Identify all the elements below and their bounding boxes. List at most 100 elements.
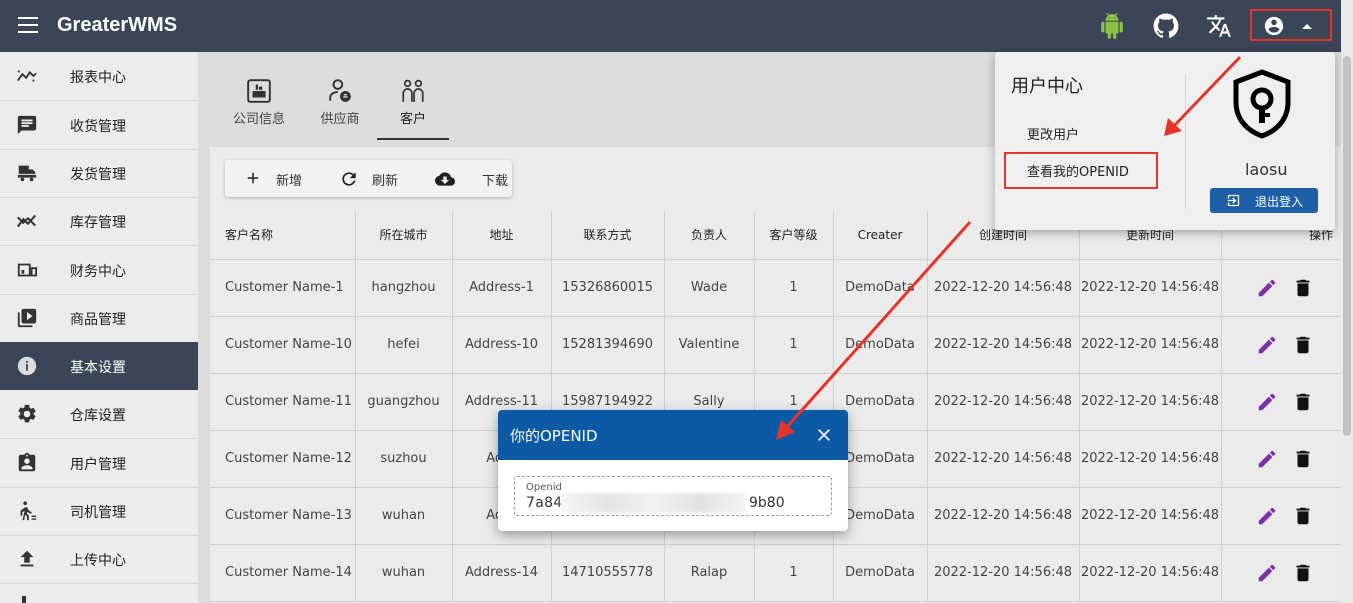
table-cell: 2022-12-20 14:56:48 xyxy=(1079,544,1222,602)
delete-icon[interactable] xyxy=(1292,562,1314,584)
refresh-button[interactable]: 刷新 xyxy=(325,160,415,197)
table-cell: 2022-12-20 14:56:48 xyxy=(927,430,1080,488)
redaction-blur xyxy=(561,493,747,513)
close-icon[interactable] xyxy=(814,425,834,445)
translate-icon[interactable] xyxy=(1206,13,1232,39)
company-icon xyxy=(247,79,271,103)
column-header[interactable]: 联系方式 xyxy=(551,211,665,260)
customer-table: 客户名称 所在城市 地址 联系方式 负责人 客户等级 Creater 创建时间 … xyxy=(210,211,1341,602)
table-cell: 1 xyxy=(754,544,834,602)
new-button-label: 新增 xyxy=(276,174,303,189)
openid-field-label: Openid xyxy=(526,482,562,493)
openid-dialog: 你的OPENID Openid 7a84 9b80 xyxy=(498,410,848,531)
chart-icon xyxy=(17,214,37,228)
column-header[interactable]: 客户名称 xyxy=(210,211,356,260)
shield-key-icon xyxy=(1233,69,1291,139)
video-library-icon xyxy=(17,308,37,328)
sidebar-item-user-management[interactable]: 用户管理 xyxy=(0,439,198,487)
table-cell: DemoData xyxy=(833,259,928,317)
delete-icon[interactable] xyxy=(1292,505,1314,527)
download-button[interactable]: 下载 xyxy=(420,160,512,197)
column-header[interactable]: 客户等级 xyxy=(754,211,834,260)
delete-icon[interactable] xyxy=(1292,277,1314,299)
logout-button[interactable]: 退出登入 xyxy=(1210,188,1318,213)
edit-icon[interactable] xyxy=(1256,505,1278,527)
table-row[interactable]: Customer Name-10 hefei Address-10 152813946… xyxy=(210,316,1341,374)
table-cell: wuhan xyxy=(355,544,453,602)
delete-icon[interactable] xyxy=(1292,391,1314,413)
sidebar-item-finance[interactable]: 财务中心 xyxy=(0,246,198,294)
table-row[interactable]: Customer Name-1 hangzhou Address-1 15326860… xyxy=(210,259,1341,317)
row-actions xyxy=(1221,544,1341,602)
android-icon[interactable] xyxy=(1099,13,1125,39)
edit-icon[interactable] xyxy=(1256,277,1278,299)
sidebar-item-inventory[interactable]: 库存管理 xyxy=(0,197,198,245)
row-actions xyxy=(1221,430,1341,488)
hamburger-menu-icon[interactable] xyxy=(18,17,38,35)
table-cell: Valentine xyxy=(664,316,755,374)
table-cell: 2022-12-20 14:56:48 xyxy=(927,316,1080,374)
row-actions xyxy=(1221,259,1341,317)
table-cell: 2022-12-20 14:56:48 xyxy=(1079,430,1222,488)
sidebar-item-basic-settings[interactable]: 基本设置 xyxy=(0,342,198,390)
table-cell: 2022-12-20 14:56:48 xyxy=(1079,259,1222,317)
download-button-label: 下载 xyxy=(482,174,509,189)
openid-field[interactable]: Openid 7a84 9b80 xyxy=(514,476,832,516)
trend-icon xyxy=(17,70,37,82)
tab-label: 公司信息 xyxy=(232,112,285,127)
tab-company-info[interactable]: 公司信息 xyxy=(224,72,294,142)
table-cell: Customer Name-10 xyxy=(210,316,356,374)
column-header[interactable]: 所在城市 xyxy=(355,211,453,260)
table-cell: Wade xyxy=(664,259,755,317)
sidebar-item-label: 报表中心 xyxy=(70,70,126,86)
change-user-item[interactable]: 更改用户 xyxy=(1027,124,1079,143)
sidebar-item-label: 收货管理 xyxy=(70,119,126,135)
cloud-download-icon xyxy=(435,172,455,186)
row-actions xyxy=(1221,373,1341,431)
table-cell: 2022-12-20 14:56:48 xyxy=(1079,487,1222,545)
sidebar-item-receiving[interactable]: 收货管理 xyxy=(0,101,198,149)
table-cell: suzhou xyxy=(355,430,453,488)
table-toolbar: 新增 刷新 下载 xyxy=(225,160,512,197)
edit-icon[interactable] xyxy=(1256,391,1278,413)
sidebar-item-label: 基本设置 xyxy=(70,360,126,376)
sidebar-item-shipping[interactable]: 发货管理 xyxy=(0,149,198,197)
active-tab-indicator xyxy=(377,138,449,140)
tab-customers[interactable]: 客户 xyxy=(378,72,448,142)
table-cell: DemoData xyxy=(833,316,928,374)
sidebar-item-driver-management[interactable]: 司机管理 xyxy=(0,487,198,535)
gear-icon xyxy=(18,404,36,423)
sidebar-item-warehouse-settings[interactable]: 仓库设置 xyxy=(0,390,198,438)
delete-icon[interactable] xyxy=(1292,334,1314,356)
table-cell: 14710555778 xyxy=(551,544,665,602)
table-cell: Address-14 xyxy=(452,544,552,602)
table-cell: Ralap xyxy=(664,544,755,602)
delete-icon[interactable] xyxy=(1292,448,1314,470)
table-cell: 1 xyxy=(754,316,834,374)
sidebar-item-upload-center[interactable]: 上传中心 xyxy=(0,535,198,583)
sidebar-item-goods[interactable]: 商品管理 xyxy=(0,294,198,342)
tab-label: 供应商 xyxy=(320,112,360,127)
openid-value-prefix: 7a84 xyxy=(526,495,563,511)
username: laosu xyxy=(1245,160,1288,179)
refresh-icon xyxy=(342,172,356,186)
user-menu-button[interactable] xyxy=(1250,9,1332,41)
page-scrollbar[interactable] xyxy=(1341,0,1353,603)
tab-suppliers[interactable]: 供应商 xyxy=(305,72,375,142)
column-header[interactable]: Creater xyxy=(833,211,928,260)
sidebar-item-reports[interactable]: 报表中心 xyxy=(0,52,198,100)
table-row[interactable]: Customer Name-14 wuhan Address-14 147105557… xyxy=(210,544,1341,602)
devices-icon xyxy=(17,263,38,277)
column-header[interactable]: 负责人 xyxy=(664,211,755,260)
table-cell: DemoData xyxy=(833,544,928,602)
table-cell: hefei xyxy=(355,316,453,374)
column-header[interactable]: 地址 xyxy=(452,211,552,260)
openid-highlight-box xyxy=(1004,152,1158,189)
app-title: GreaterWMS xyxy=(57,14,178,36)
edit-icon[interactable] xyxy=(1256,562,1278,584)
edit-icon[interactable] xyxy=(1256,448,1278,470)
new-button[interactable]: 新增 xyxy=(225,160,320,197)
github-icon[interactable] xyxy=(1153,13,1179,39)
sidebar-item-label: 库存管理 xyxy=(70,215,126,231)
edit-icon[interactable] xyxy=(1256,334,1278,356)
